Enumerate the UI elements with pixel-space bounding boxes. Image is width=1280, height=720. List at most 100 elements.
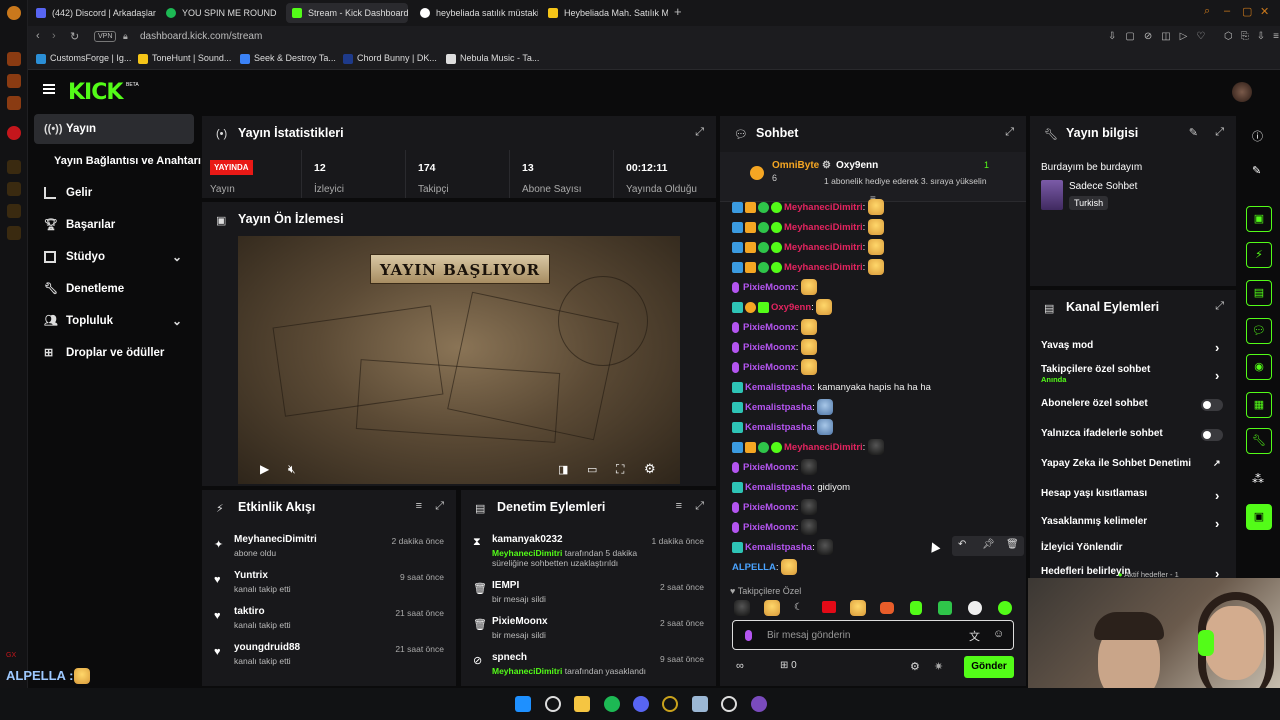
popout-icon[interactable]: ⤢ <box>695 500 704 513</box>
popout-icon[interactable]: ⤢ <box>695 126 704 139</box>
chevron-right-icon[interactable]: › <box>1215 488 1219 503</box>
nav-item-gelir[interactable]: Gelir <box>34 178 194 208</box>
url-text[interactable]: dashboard.kick.com/stream <box>140 31 262 42</box>
moderation-item[interactable]: ⧗ kamanyak0232 MeyhaneciDimitri tarafınd… <box>461 532 716 568</box>
chat-username[interactable]: PixieMoonx <box>743 362 796 373</box>
chat-message[interactable]: Kemalistpasha: kamanyaka hapis ha ha ha <box>732 379 931 397</box>
theatre-icon[interactable]: ▭ <box>587 463 597 476</box>
chat-message[interactable]: PixieMoonx: <box>732 319 818 337</box>
infinity-icon[interactable]: ∞ <box>736 660 744 672</box>
chat-icon[interactable]: 💬︎ <box>1246 318 1272 344</box>
settings-icon[interactable]: ⚙ <box>644 461 656 477</box>
gifter-name[interactable]: OmniByte <box>772 160 819 171</box>
nav-item-yayin[interactable]: ((•)) Yayın <box>34 114 194 144</box>
chat-username[interactable]: PixieMoonx <box>743 282 796 293</box>
channel-action-item[interactable]: Hesap yaşı kısıtlaması › <box>1041 488 1227 503</box>
forward-icon[interactable]: › <box>52 30 56 42</box>
chat-username[interactable]: PixieMoonx <box>743 322 796 333</box>
chat-username[interactable]: MeyhaneciDimitri <box>784 242 863 253</box>
category-thumbnail[interactable] <box>1041 180 1063 210</box>
back-icon[interactable]: ‹ <box>36 30 40 42</box>
activity-user[interactable]: MeyhaneciDimitri <box>234 534 317 545</box>
sidebar-app-icon[interactable] <box>7 182 21 196</box>
emote[interactable] <box>998 601 1012 615</box>
chevron-right-icon[interactable]: › <box>1215 340 1219 355</box>
folder-icon[interactable] <box>574 696 590 712</box>
mic-icon[interactable] <box>745 630 752 641</box>
emote[interactable]: ☾ <box>794 602 803 613</box>
activity-user[interactable]: youngdruid88 <box>234 642 300 653</box>
moderation-item[interactable]: 🗑︎ IEMPI bir mesajı sildi 2 saat önce <box>461 578 716 614</box>
pip-icon[interactable]: ◨ <box>558 463 568 476</box>
nav-item-droplar[interactable]: ⊞ Droplar ve ödüller <box>34 338 194 368</box>
app-icon[interactable] <box>692 696 708 712</box>
tag-chip[interactable]: Turkish <box>1069 196 1109 210</box>
toggle-switch[interactable] <box>1201 429 1223 441</box>
emote[interactable] <box>764 600 780 616</box>
moderation-target[interactable]: IEMPI <box>492 580 519 591</box>
emote[interactable] <box>910 601 922 615</box>
edit-icon[interactable]: ✎ <box>1189 126 1198 139</box>
chat-username[interactable]: MeyhaneciDimitri <box>784 202 863 213</box>
chevron-down-icon[interactable]: ⌄ <box>172 306 182 336</box>
search-icon[interactable]: ⌕ <box>1204 5 1210 18</box>
layout-icon[interactable]: ▦ <box>1246 392 1272 418</box>
emote[interactable] <box>880 602 894 614</box>
lightning-icon[interactable]: ⚡︎ <box>1246 242 1272 268</box>
nav-item-stream-key[interactable]: Yayın Bağlantısı ve Anahtarı <box>34 146 204 176</box>
chat-message[interactable]: Kemalistpasha: <box>732 399 834 417</box>
chat-message[interactable]: PixieMoonx: <box>732 279 818 297</box>
popout-icon[interactable]: ⤢ <box>1215 300 1224 313</box>
emote[interactable] <box>968 601 982 615</box>
chat-message[interactable]: MeyhaneciDimitri: <box>732 259 884 277</box>
popout-icon[interactable]: ⤢ <box>435 500 444 513</box>
translate-icon[interactable]: 文 <box>969 628 980 644</box>
moderation-target[interactable]: spnech <box>492 652 527 663</box>
discord-icon[interactable] <box>633 696 649 712</box>
emote-flag[interactable] <box>822 601 836 613</box>
chat-username[interactable]: ALPELLA <box>732 562 776 573</box>
chat-message[interactable]: MeyhaneciDimitri: <box>732 219 884 237</box>
toggle-switch[interactable] <box>1201 399 1223 411</box>
chat-message[interactable]: Oxy9enn: <box>732 299 833 317</box>
kick-logo[interactable]: KICK <box>68 80 123 105</box>
pin-icon[interactable]: 📌︎ <box>982 539 995 550</box>
moderator-name[interactable]: MeyhaneciDimitri <box>492 666 562 676</box>
app-icon[interactable] <box>751 696 767 712</box>
vpn-badge[interactable]: VPN <box>94 31 117 42</box>
chat-message[interactable]: MeyhaneciDimitri: <box>732 239 884 257</box>
filter-icon[interactable]: ≡ <box>416 500 422 512</box>
stream-preview[interactable]: YAYIN BAŞLIYOR ▶ 🔇︎ ◨ ▭ ⛶ ⚙ <box>238 236 680 484</box>
chat-message[interactable]: ALPELLA: <box>732 559 798 577</box>
nav-item-basarilar[interactable]: 🏆︎ Başarılar <box>34 210 194 240</box>
nav-item-denetleme[interactable]: 🔧︎ Denetleme <box>34 274 194 304</box>
opera-logo-icon[interactable] <box>7 6 21 20</box>
activity-user[interactable]: Yuntrix <box>234 570 268 581</box>
bookmark[interactable]: CustomsForge | Ig... <box>36 53 131 64</box>
document-icon[interactable]: ▤ <box>1246 280 1272 306</box>
filter-icon[interactable]: ≡ <box>676 500 682 512</box>
chat-message[interactable]: PixieMoonx: <box>732 339 818 357</box>
chat-username[interactable]: Oxy9enn <box>771 302 811 313</box>
emote[interactable] <box>734 600 750 616</box>
activity-item[interactable]: ✦ MeyhaneciDimitri abone oldu 2 dakika ö… <box>202 532 456 566</box>
chat-message[interactable]: PixieMoonx: <box>732 359 818 377</box>
moderation-target[interactable]: PixieMoonx <box>492 616 548 627</box>
chat-message[interactable]: Kemalistpasha: <box>732 539 834 557</box>
play-icon[interactable]: ▶ <box>260 462 269 476</box>
chevron-right-icon[interactable]: › <box>1215 516 1219 531</box>
chat-username[interactable]: Kemalistpasha <box>745 422 812 433</box>
menu-icon[interactable] <box>43 84 55 94</box>
obs-icon[interactable] <box>721 696 737 712</box>
clip-icon[interactable]: ▣ <box>1246 206 1272 232</box>
chat-username[interactable]: MeyhaneciDimitri <box>784 262 863 273</box>
browser-tab[interactable]: Stream - Kick Dashboard <box>286 3 408 23</box>
badge-icon[interactable]: ✷ <box>934 660 943 673</box>
chat-message[interactable]: Kemalistpasha: <box>732 419 834 437</box>
address-bar-tools[interactable]: ⇩▢⊘◫▷♡ <box>1108 31 1214 42</box>
emote[interactable] <box>938 601 952 615</box>
fullscreen-icon[interactable]: ⛶ <box>616 462 624 477</box>
nav-item-studyo[interactable]: Stüdyo ⌄ <box>34 242 194 272</box>
browser-tab[interactable]: heybeliada satılık müstakil <box>414 3 538 23</box>
chat-message[interactable]: PixieMoonx: <box>732 499 818 517</box>
